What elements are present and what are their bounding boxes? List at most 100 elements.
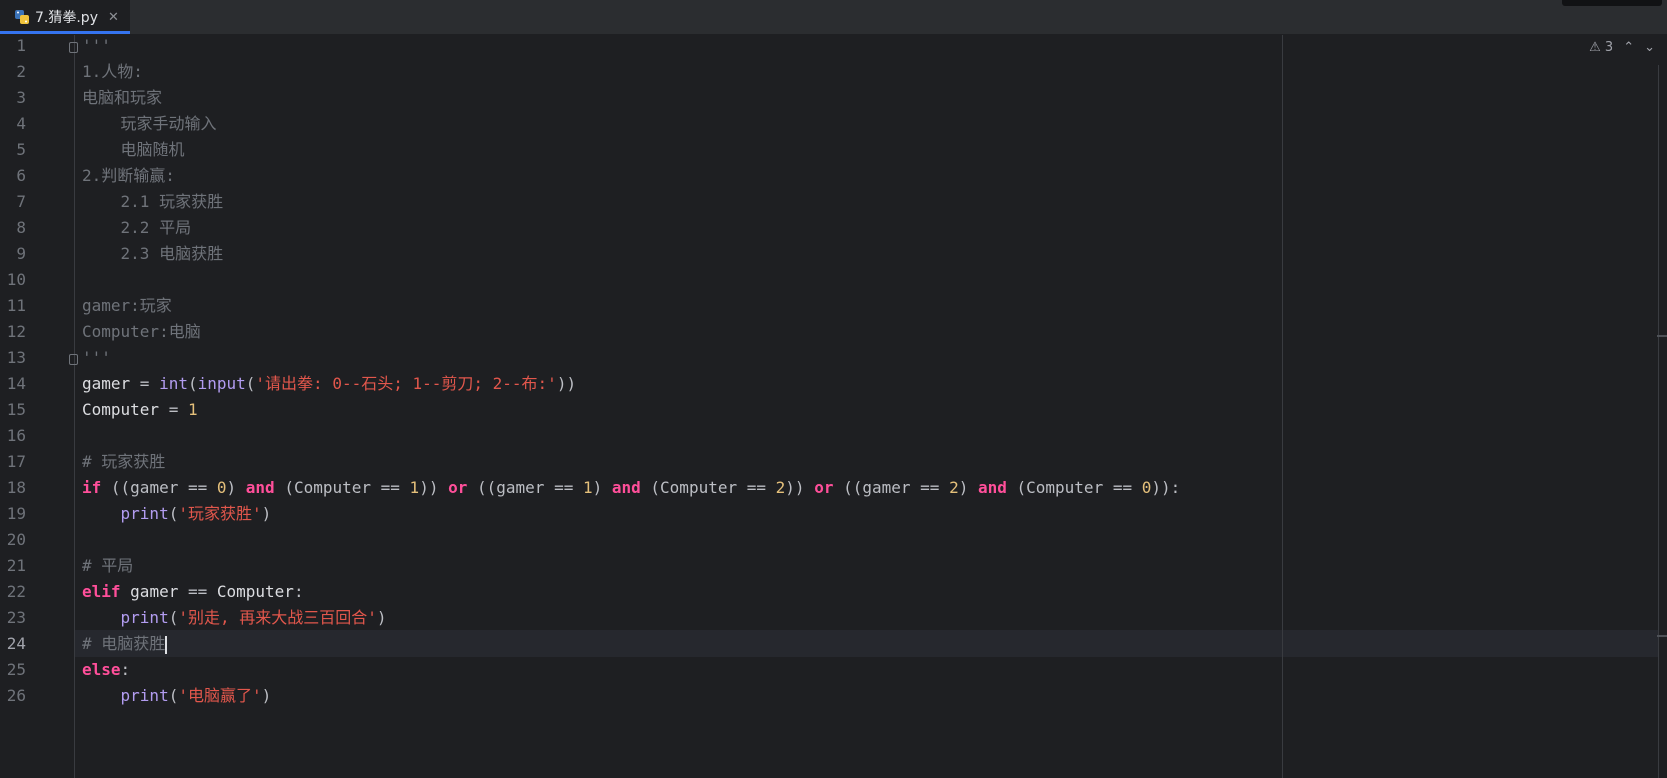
code-token: ==: [187, 582, 217, 601]
code-token: (Computer ==: [650, 478, 776, 497]
code-line[interactable]: 电脑随机: [82, 136, 185, 163]
code-line[interactable]: 2.1 玩家获胜: [82, 188, 224, 215]
code-line[interactable]: print('别走, 再来大战三百回合'): [82, 604, 387, 631]
code-token: 0: [216, 478, 227, 497]
code-line[interactable]: Computer = 1: [82, 396, 198, 423]
code-token: 2.1 玩家获胜: [82, 192, 224, 211]
line-number: 23: [6, 608, 26, 627]
code-line[interactable]: # 平局: [82, 552, 133, 579]
text-caret: [165, 635, 168, 654]
line-number: 19: [6, 504, 26, 523]
gutter-separator: [74, 35, 75, 778]
code-token: int: [159, 374, 188, 393]
line-number: 2: [16, 62, 26, 81]
code-editor[interactable]: ''' 1.人物: 电脑和玩家 玩家手动输入 电脑随机 2.判断输赢: 2.1 玩家获…: [0, 35, 1667, 778]
code-line[interactable]: elif gamer == Computer:: [82, 578, 304, 605]
code-token: =: [139, 374, 160, 393]
line-number: 21: [6, 556, 26, 575]
code-token: ): [226, 478, 246, 497]
next-highlight-icon[interactable]: ⌄: [1644, 40, 1655, 55]
toolbar-overlay: [1562, 0, 1662, 6]
line-number: 4: [16, 114, 26, 133]
line-number: 8: [16, 218, 26, 237]
code-token: (: [245, 374, 256, 393]
close-icon[interactable]: ✕: [108, 10, 119, 25]
warning-count: 3: [1604, 40, 1614, 55]
code-token: )): [785, 478, 815, 497]
code-token: 1: [409, 478, 420, 497]
scroll-marker: [1657, 635, 1667, 637]
previous-highlight-icon[interactable]: ⌃: [1623, 40, 1634, 55]
line-number: 11: [6, 296, 26, 315]
code-token: ): [958, 478, 978, 497]
code-token: or: [814, 478, 844, 497]
code-token: '请出拳: 0--石头; 1--剪刀; 2--布:': [255, 374, 557, 393]
code-line[interactable]: if ((gamer == 0) and (Computer == 1)) or…: [82, 474, 1180, 501]
line-number: 18: [6, 478, 26, 497]
code-token: ): [376, 608, 387, 627]
right-margin-guide: [1282, 35, 1283, 778]
code-token: (: [168, 608, 179, 627]
code-line[interactable]: # 玩家获胜: [82, 448, 165, 475]
warning-indicator[interactable]: ⚠ 3: [1589, 40, 1613, 55]
code-token: # 平局: [82, 556, 134, 575]
code-token: gamer:玩家: [82, 296, 172, 315]
code-token: '电脑赢了': [178, 686, 262, 705]
code-line[interactable]: ''': [82, 32, 111, 59]
line-number: 3: [16, 88, 26, 107]
code-line[interactable]: gamer:玩家: [82, 292, 172, 319]
code-line[interactable]: ''': [82, 344, 111, 371]
code-token: Computer:电脑: [82, 322, 201, 341]
code-token: 玩家手动输入: [82, 114, 217, 133]
line-number: 5: [16, 140, 26, 159]
tab-file[interactable]: 7.猜拳.py ✕: [0, 0, 130, 34]
code-token: 2: [949, 478, 959, 497]
code-line[interactable]: else:: [82, 656, 130, 683]
code-line[interactable]: print('电脑赢了'): [82, 682, 272, 709]
code-token: (: [168, 504, 179, 523]
code-token: 2.3 电脑获胜: [82, 244, 224, 263]
line-number: 15: [6, 400, 26, 419]
code-token: =: [168, 400, 188, 419]
code-line[interactable]: # 电脑获胜: [82, 630, 168, 657]
code-token: print: [120, 608, 169, 627]
editor-tab-bar: 7.猜拳.py ✕: [0, 0, 1667, 35]
code-line[interactable]: Computer:电脑: [82, 318, 201, 345]
code-line[interactable]: print('玩家获胜'): [82, 500, 272, 527]
code-line[interactable]: gamer = int(input('请出拳: 0--石头; 1--剪刀; 2-…: [82, 370, 576, 397]
code-token: 0: [1141, 478, 1152, 497]
code-token: gamer: [82, 374, 140, 393]
code-token: :: [120, 660, 131, 679]
vertical-scrollbar[interactable]: [1657, 65, 1667, 778]
code-token: Computer: [82, 400, 169, 419]
code-line[interactable]: 玩家手动输入: [82, 110, 217, 137]
code-token: :: [293, 582, 304, 601]
line-number: 25: [6, 660, 26, 679]
code-token: 电脑随机: [82, 140, 185, 159]
fold-marker-icon[interactable]: [69, 354, 78, 365]
code-token: # 玩家获胜: [82, 452, 166, 471]
code-token: and: [977, 478, 1017, 497]
line-number: 12: [6, 322, 26, 341]
warning-icon: ⚠: [1589, 40, 1601, 55]
code-token: )): [419, 478, 449, 497]
code-token: ((gamer ==: [477, 478, 583, 497]
line-number: 26: [6, 686, 26, 705]
line-number: 17: [6, 452, 26, 471]
line-number: 1: [16, 36, 26, 55]
code-line[interactable]: 2.判断输赢:: [82, 162, 175, 189]
inspection-widget[interactable]: ⚠ 3 ⌃ ⌄: [1589, 40, 1655, 55]
code-token: and: [611, 478, 651, 497]
code-line[interactable]: 1.人物:: [82, 58, 143, 85]
code-token: '别走, 再来大战三百回合': [178, 608, 377, 627]
code-token: print: [120, 504, 169, 523]
code-line[interactable]: 2.3 电脑获胜: [82, 240, 224, 267]
code-line[interactable]: 2.2 平局: [82, 214, 192, 241]
code-token: 1.人物:: [82, 62, 143, 81]
line-number: 10: [6, 270, 26, 289]
code-token: (: [187, 374, 198, 393]
code-line[interactable]: 电脑和玩家: [82, 84, 162, 111]
fold-marker-icon[interactable]: [69, 42, 78, 53]
